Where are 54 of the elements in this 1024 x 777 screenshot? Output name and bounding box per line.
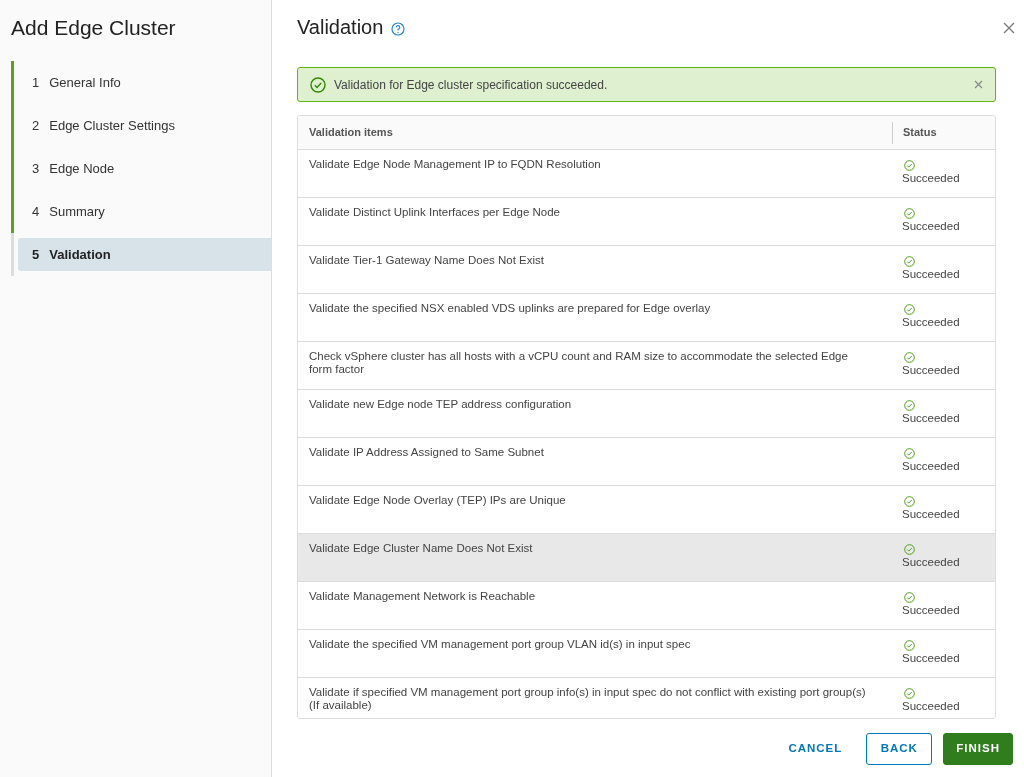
status-text: Succeeded	[902, 507, 960, 521]
table-cell: Validate the specified VM management port group VLAN id(s) in input spec	[309, 638, 691, 650]
wizard-step[interactable]: 2 Edge Cluster Settings	[18, 109, 271, 142]
alert-message: Validation for Edge cluster specification succeeded.	[334, 76, 609, 94]
status-text: Succeeded	[902, 459, 960, 473]
status-text: Succeeded	[902, 411, 960, 425]
check-circle-icon	[904, 304, 915, 315]
check-circle-icon	[904, 160, 915, 171]
wizard-step[interactable]: 4 Summary	[18, 195, 271, 228]
status-text: Succeeded	[902, 171, 960, 185]
status-text: Succeeded	[902, 363, 960, 377]
wizard-button[interactable]: CANCEL	[775, 733, 856, 765]
status-text: Succeeded	[902, 603, 960, 617]
status-text: Succeeded	[902, 315, 960, 329]
table-cell: Validate Edge Node Management IP to FQDN Resolution	[309, 158, 601, 170]
column-header: Status	[903, 125, 937, 141]
wizard-step[interactable]: 3 Edge Node	[18, 152, 271, 185]
check-circle-icon	[904, 640, 915, 651]
check-circle-icon	[310, 76, 326, 93]
status-text: Succeeded	[902, 219, 960, 233]
check-circle-icon	[904, 592, 915, 603]
check-circle-icon	[904, 544, 915, 555]
table-cell: Validate if specified VM management port group info(s) in input spec do not conflict with existing port group(s) (If available)	[309, 686, 866, 711]
wizard-step[interactable]: 1 General Info	[18, 66, 271, 99]
table-cell: Validate Tier-1 Gateway Name Does Not Exist	[309, 254, 544, 266]
wizard-button[interactable]: BACK	[866, 733, 933, 765]
check-circle-icon	[904, 256, 915, 267]
table-cell: Validate IP Address Assigned to Same Subnet	[309, 446, 544, 458]
table-cell: Validate Edge Cluster Name Does Not Exist	[309, 542, 533, 554]
table-cell: Validate new Edge node TEP address configuration	[309, 398, 572, 410]
table-row[interactable]: Validate Edge Cluster Name Does Not Exist Succeeded	[298, 534, 995, 582]
table-cell: Validate Management Network is Reachable	[309, 590, 536, 602]
check-circle-icon	[904, 352, 915, 363]
check-circle-icon	[904, 448, 915, 459]
close-icon[interactable]	[1003, 22, 1015, 34]
wizard-title: Add Edge Cluster	[10, 15, 177, 41]
status-text: Succeeded	[902, 555, 960, 569]
check-circle-icon	[904, 496, 915, 507]
table-cell: Validate the specified NSX enabled VDS uplinks are prepared for Edge overlay	[309, 302, 711, 314]
column-header: Validation items	[309, 126, 393, 139]
page-title: Validation	[297, 15, 384, 40]
status-text: Succeeded	[902, 651, 960, 665]
check-circle-icon	[904, 400, 915, 411]
table-cell: Check vSphere cluster has all hosts with a vCPU count and RAM size to accommodate the selected Edge form factor	[309, 350, 848, 375]
check-circle-icon	[904, 688, 915, 699]
help-icon[interactable]	[391, 21, 406, 36]
status-text: Succeeded	[902, 699, 960, 713]
table-cell: Validate Edge Node Overlay (TEP) IPs are Unique	[309, 494, 566, 506]
check-circle-icon	[904, 208, 915, 219]
close-icon[interactable]	[974, 80, 983, 89]
wizard-step[interactable]: 5 Validation	[18, 238, 271, 271]
status-text: Succeeded	[902, 267, 960, 281]
table-cell: Validate Distinct Uplink Interfaces per Edge Node	[309, 206, 560, 218]
finish-button[interactable]: FINISH	[943, 733, 1013, 765]
